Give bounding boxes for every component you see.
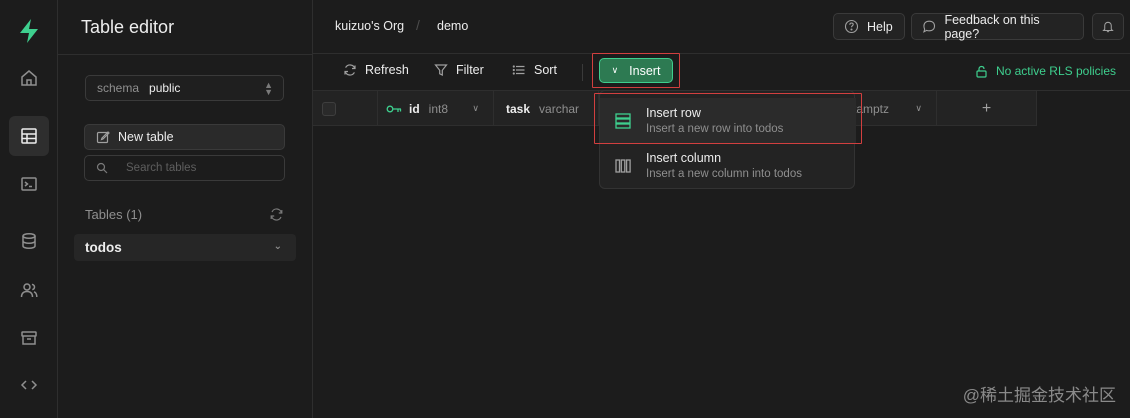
refresh-label: Refresh <box>365 63 409 77</box>
table-editor-sidebar: Table editor schema public ▲ ▼ New table … <box>58 0 313 418</box>
chevron-up-down-icon: ▲ ▼ <box>264 80 273 97</box>
insert-row-highlight-box <box>594 93 862 144</box>
schema-value: public <box>149 81 181 95</box>
table-icon[interactable] <box>9 116 49 156</box>
filter-icon <box>434 64 448 76</box>
search-icon <box>96 162 108 174</box>
column-name: task <box>506 101 531 116</box>
column-header-id[interactable]: id int8 ∨ <box>378 91 494 126</box>
tables-heading: Tables (1) <box>85 207 143 222</box>
new-table-label: New table <box>118 130 174 144</box>
supabase-logo[interactable] <box>17 18 41 44</box>
select-all-cell <box>313 91 378 126</box>
chevron-down-icon[interactable]: ∨ <box>472 103 479 114</box>
feedback-icon <box>923 20 936 33</box>
archive-icon[interactable] <box>9 318 49 358</box>
table-item-label: todos <box>85 240 122 255</box>
select-all-checkbox[interactable] <box>322 101 336 116</box>
page-title: Table editor <box>81 17 175 37</box>
database-icon[interactable] <box>9 221 49 261</box>
watermark: @稀土掘金技术社区 <box>962 386 1116 405</box>
code-icon[interactable] <box>9 365 49 405</box>
column-type: varchar <box>539 101 580 116</box>
search-placeholder: Search tables <box>126 162 197 174</box>
feedback-label: Feedback on this page? <box>944 12 1040 41</box>
search-tables-input[interactable]: Search tables <box>84 155 285 181</box>
menu-item-description: Insert a new column into todos <box>646 168 802 180</box>
help-button[interactable]: Help <box>833 13 905 40</box>
feedback-button[interactable]: Feedback on this page? <box>911 12 1084 41</box>
table-toolbar: Refresh Filter Sort ∨ Insert No active R… <box>313 53 1130 91</box>
bell-icon <box>1102 21 1114 33</box>
columns-icon <box>615 159 631 173</box>
sidebar-table-item-todos[interactable]: todos ⌄ <box>74 234 296 261</box>
filter-button[interactable]: Filter <box>434 63 484 77</box>
nav-rail <box>0 0 58 418</box>
sort-label: Sort <box>534 63 557 77</box>
help-icon <box>844 19 859 34</box>
notifications-button[interactable] <box>1092 13 1124 40</box>
schema-label: schema <box>97 81 140 95</box>
breadcrumb-separator: / <box>416 17 420 33</box>
refresh-icon[interactable] <box>269 207 284 222</box>
chevron-down-icon[interactable]: ∨ <box>915 103 922 114</box>
chevron-down-icon[interactable]: ⌄ <box>274 241 282 252</box>
rls-label: No active RLS policies <box>995 64 1116 78</box>
insert-label: Insert <box>629 63 661 78</box>
filter-label: Filter <box>456 63 484 77</box>
insert-button[interactable]: ∨ Insert <box>599 58 673 83</box>
users-icon[interactable] <box>9 270 49 310</box>
terminal-icon[interactable] <box>9 164 49 204</box>
sort-icon <box>512 65 525 75</box>
home-icon[interactable] <box>9 58 49 98</box>
menu-item-insert-column[interactable]: Insert column Insert a new column into t… <box>600 143 856 188</box>
breadcrumb-project[interactable]: demo <box>437 19 468 33</box>
column-type: int8 <box>428 101 449 116</box>
divider <box>58 54 313 55</box>
help-label: Help <box>867 19 893 34</box>
key-icon <box>386 105 402 112</box>
refresh-icon <box>344 64 356 76</box>
menu-item-title: Insert column <box>646 151 722 165</box>
top-header: kuizuo's Org / demo Help Feedback on thi… <box>313 0 1130 54</box>
new-table-button[interactable]: New table <box>84 124 285 150</box>
column-name: id <box>409 101 420 116</box>
breadcrumb-org[interactable]: kuizuo's Org <box>335 19 404 33</box>
column-header-task[interactable]: task varchar <box>494 91 599 126</box>
plus-icon: + <box>981 99 992 117</box>
lock-icon <box>976 65 987 78</box>
rls-status[interactable]: No active RLS policies <box>975 64 1116 78</box>
edit-icon <box>96 131 110 144</box>
toolbar-divider <box>582 64 583 81</box>
sort-button[interactable]: Sort <box>512 63 557 77</box>
refresh-button[interactable]: Refresh <box>343 63 409 77</box>
add-column-button[interactable]: + <box>937 91 1037 126</box>
schema-select[interactable]: schema public ▲ ▼ <box>85 75 284 101</box>
chevron-down-icon: ∨ <box>611 65 619 75</box>
